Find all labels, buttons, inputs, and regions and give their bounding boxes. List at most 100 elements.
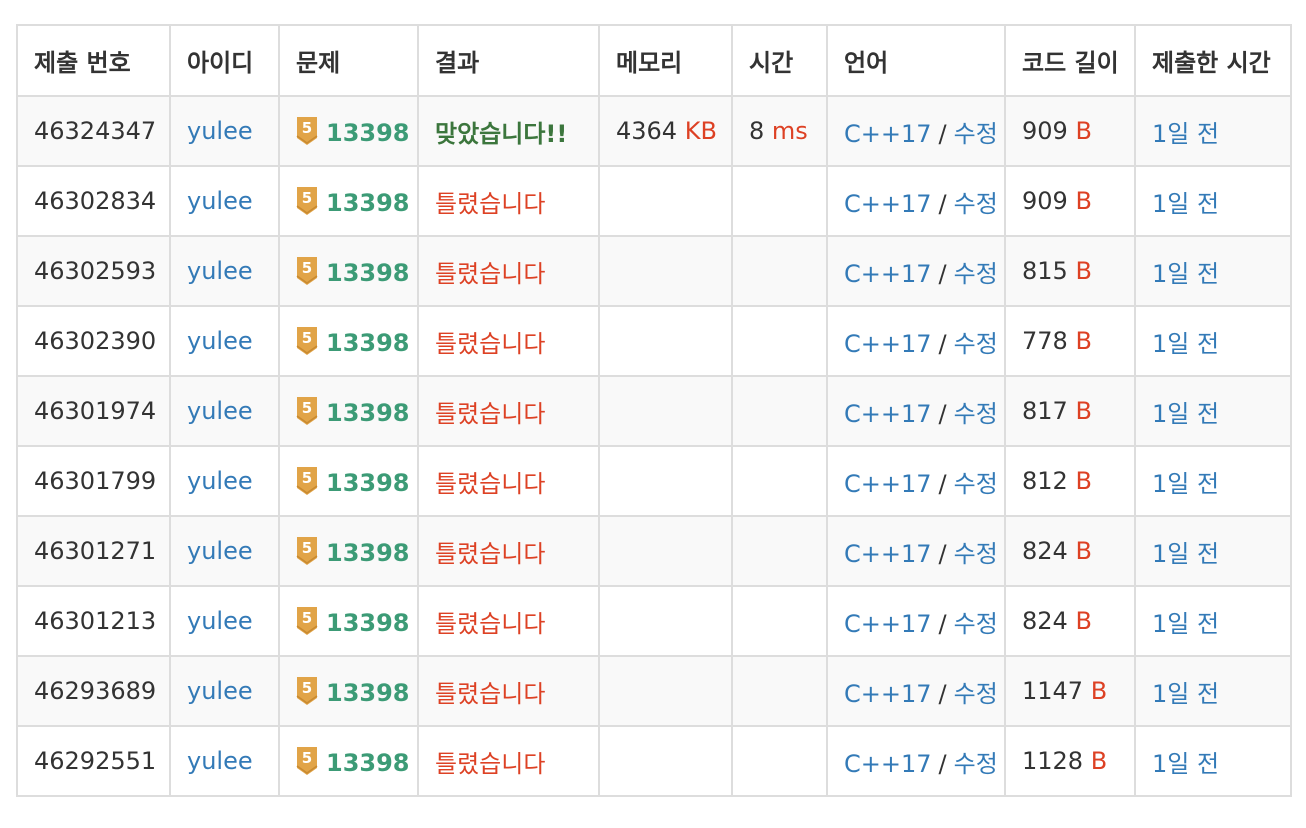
tier-badge-icon: 5 bbox=[296, 676, 318, 706]
submission-id-cell: 46293689 bbox=[16, 655, 171, 727]
submitted-at-cell: 1일 전 bbox=[1134, 235, 1292, 307]
table-row: 46301974 yulee 5 13398 틀렸습니다 C++17/수정 817… bbox=[16, 375, 1292, 447]
language-link[interactable]: C++17 bbox=[844, 750, 932, 778]
language-separator: / bbox=[938, 679, 947, 708]
problem-link[interactable]: 13398 bbox=[326, 539, 410, 567]
submitted-at-link[interactable]: 1일 전 bbox=[1152, 470, 1219, 498]
time-cell bbox=[731, 305, 828, 377]
submitted-at-link[interactable]: 1일 전 bbox=[1152, 540, 1219, 568]
code-length-unit: B bbox=[1075, 327, 1092, 355]
language-link[interactable]: C++17 bbox=[844, 400, 932, 428]
tier-badge-label: 5 bbox=[302, 189, 312, 207]
user-cell: yulee bbox=[169, 725, 280, 797]
user-link[interactable]: yulee bbox=[187, 747, 253, 775]
user-link[interactable]: yulee bbox=[187, 607, 253, 635]
result-text: 틀렸습니다 bbox=[435, 259, 546, 288]
problem-link[interactable]: 13398 bbox=[326, 329, 410, 357]
language-link[interactable]: C++17 bbox=[844, 120, 932, 148]
user-link[interactable]: yulee bbox=[187, 257, 253, 285]
edit-link[interactable]: 수정 bbox=[954, 680, 998, 708]
submission-id-cell: 46292551 bbox=[16, 725, 171, 797]
problem-link[interactable]: 13398 bbox=[326, 609, 410, 637]
language-link[interactable]: C++17 bbox=[844, 190, 932, 218]
header-row: 제출 번호 아이디 문제 결과 메모리 시간 언어 코드 길이 제출한 시간 bbox=[16, 24, 1292, 97]
code-length-cell: 815 B bbox=[1004, 235, 1136, 307]
submission-id: 46324347 bbox=[34, 117, 157, 145]
submission-id-cell: 46301213 bbox=[16, 585, 171, 657]
tier-badge-icon: 5 bbox=[296, 116, 318, 146]
edit-link[interactable]: 수정 bbox=[954, 260, 998, 288]
user-link[interactable]: yulee bbox=[187, 467, 253, 495]
submitted-at-link[interactable]: 1일 전 bbox=[1152, 260, 1219, 288]
problem-link[interactable]: 13398 bbox=[326, 259, 410, 287]
submission-id: 46302593 bbox=[34, 257, 157, 285]
user-link[interactable]: yulee bbox=[187, 187, 253, 215]
problem-link[interactable]: 13398 bbox=[326, 749, 410, 777]
language-separator: / bbox=[938, 749, 947, 778]
language-link[interactable]: C++17 bbox=[844, 610, 932, 638]
submitted-at-cell: 1일 전 bbox=[1134, 165, 1292, 237]
edit-link[interactable]: 수정 bbox=[954, 750, 998, 778]
edit-link[interactable]: 수정 bbox=[954, 330, 998, 358]
submission-id-cell: 46301974 bbox=[16, 375, 171, 447]
user-link[interactable]: yulee bbox=[187, 327, 253, 355]
memory-cell bbox=[598, 305, 733, 377]
memory-cell bbox=[598, 655, 733, 727]
language-link[interactable]: C++17 bbox=[844, 470, 932, 498]
code-length-value: 1128 bbox=[1022, 747, 1084, 775]
table-row: 46293689 yulee 5 13398 틀렸습니다 C++17/수정 114… bbox=[16, 655, 1292, 727]
edit-link[interactable]: 수정 bbox=[954, 540, 998, 568]
language-link[interactable]: C++17 bbox=[844, 260, 932, 288]
submission-id: 46301271 bbox=[34, 537, 157, 565]
code-length-cell: 824 B bbox=[1004, 515, 1136, 587]
edit-link[interactable]: 수정 bbox=[954, 610, 998, 638]
problem-link[interactable]: 13398 bbox=[326, 399, 410, 427]
memory-cell bbox=[598, 375, 733, 447]
submitted-at-link[interactable]: 1일 전 bbox=[1152, 680, 1219, 708]
problem-cell: 5 13398 bbox=[278, 235, 419, 307]
code-length-value: 1147 bbox=[1022, 677, 1084, 705]
submitted-at-link[interactable]: 1일 전 bbox=[1152, 400, 1219, 428]
language-cell: C++17/수정 bbox=[826, 165, 1006, 237]
tier-badge-icon: 5 bbox=[296, 186, 318, 216]
user-link[interactable]: yulee bbox=[187, 677, 253, 705]
submitted-at-link[interactable]: 1일 전 bbox=[1152, 750, 1219, 778]
result-text: 맞았습니다!! bbox=[435, 119, 568, 148]
problem-link[interactable]: 13398 bbox=[326, 679, 410, 707]
problem-link[interactable]: 13398 bbox=[326, 469, 410, 497]
submitted-at-link[interactable]: 1일 전 bbox=[1152, 120, 1219, 148]
language-link[interactable]: C++17 bbox=[844, 330, 932, 358]
edit-link[interactable]: 수정 bbox=[954, 120, 998, 148]
code-length-cell: 1128 B bbox=[1004, 725, 1136, 797]
table-row: 46302593 yulee 5 13398 틀렸습니다 C++17/수정 815… bbox=[16, 235, 1292, 307]
user-link[interactable]: yulee bbox=[187, 537, 253, 565]
submitted-at-link[interactable]: 1일 전 bbox=[1152, 610, 1219, 638]
problem-link[interactable]: 13398 bbox=[326, 119, 410, 147]
code-length-unit: B bbox=[1075, 117, 1092, 145]
tier-badge-icon: 5 bbox=[296, 746, 318, 776]
header-submission-id: 제출 번호 bbox=[16, 24, 171, 97]
submitted-at-cell: 1일 전 bbox=[1134, 515, 1292, 587]
language-link[interactable]: C++17 bbox=[844, 680, 932, 708]
edit-link[interactable]: 수정 bbox=[954, 470, 998, 498]
edit-link[interactable]: 수정 bbox=[954, 400, 998, 428]
table-header: 제출 번호 아이디 문제 결과 메모리 시간 언어 코드 길이 제출한 시간 bbox=[16, 24, 1292, 97]
result-text: 틀렸습니다 bbox=[435, 329, 546, 358]
submitted-at-link[interactable]: 1일 전 bbox=[1152, 190, 1219, 218]
language-cell: C++17/수정 bbox=[826, 515, 1006, 587]
result-text: 틀렸습니다 bbox=[435, 609, 546, 638]
submission-id-cell: 46302390 bbox=[16, 305, 171, 377]
user-link[interactable]: yulee bbox=[187, 117, 253, 145]
submission-id-cell: 46301799 bbox=[16, 445, 171, 517]
problem-cell: 5 13398 bbox=[278, 655, 419, 727]
tier-badge-icon: 5 bbox=[296, 256, 318, 286]
time-unit: ms bbox=[771, 117, 808, 145]
submission-id: 46301213 bbox=[34, 607, 157, 635]
submitted-at-link[interactable]: 1일 전 bbox=[1152, 330, 1219, 358]
language-link[interactable]: C++17 bbox=[844, 540, 932, 568]
user-link[interactable]: yulee bbox=[187, 397, 253, 425]
edit-link[interactable]: 수정 bbox=[954, 190, 998, 218]
time-cell bbox=[731, 165, 828, 237]
problem-link[interactable]: 13398 bbox=[326, 189, 410, 217]
user-cell: yulee bbox=[169, 585, 280, 657]
